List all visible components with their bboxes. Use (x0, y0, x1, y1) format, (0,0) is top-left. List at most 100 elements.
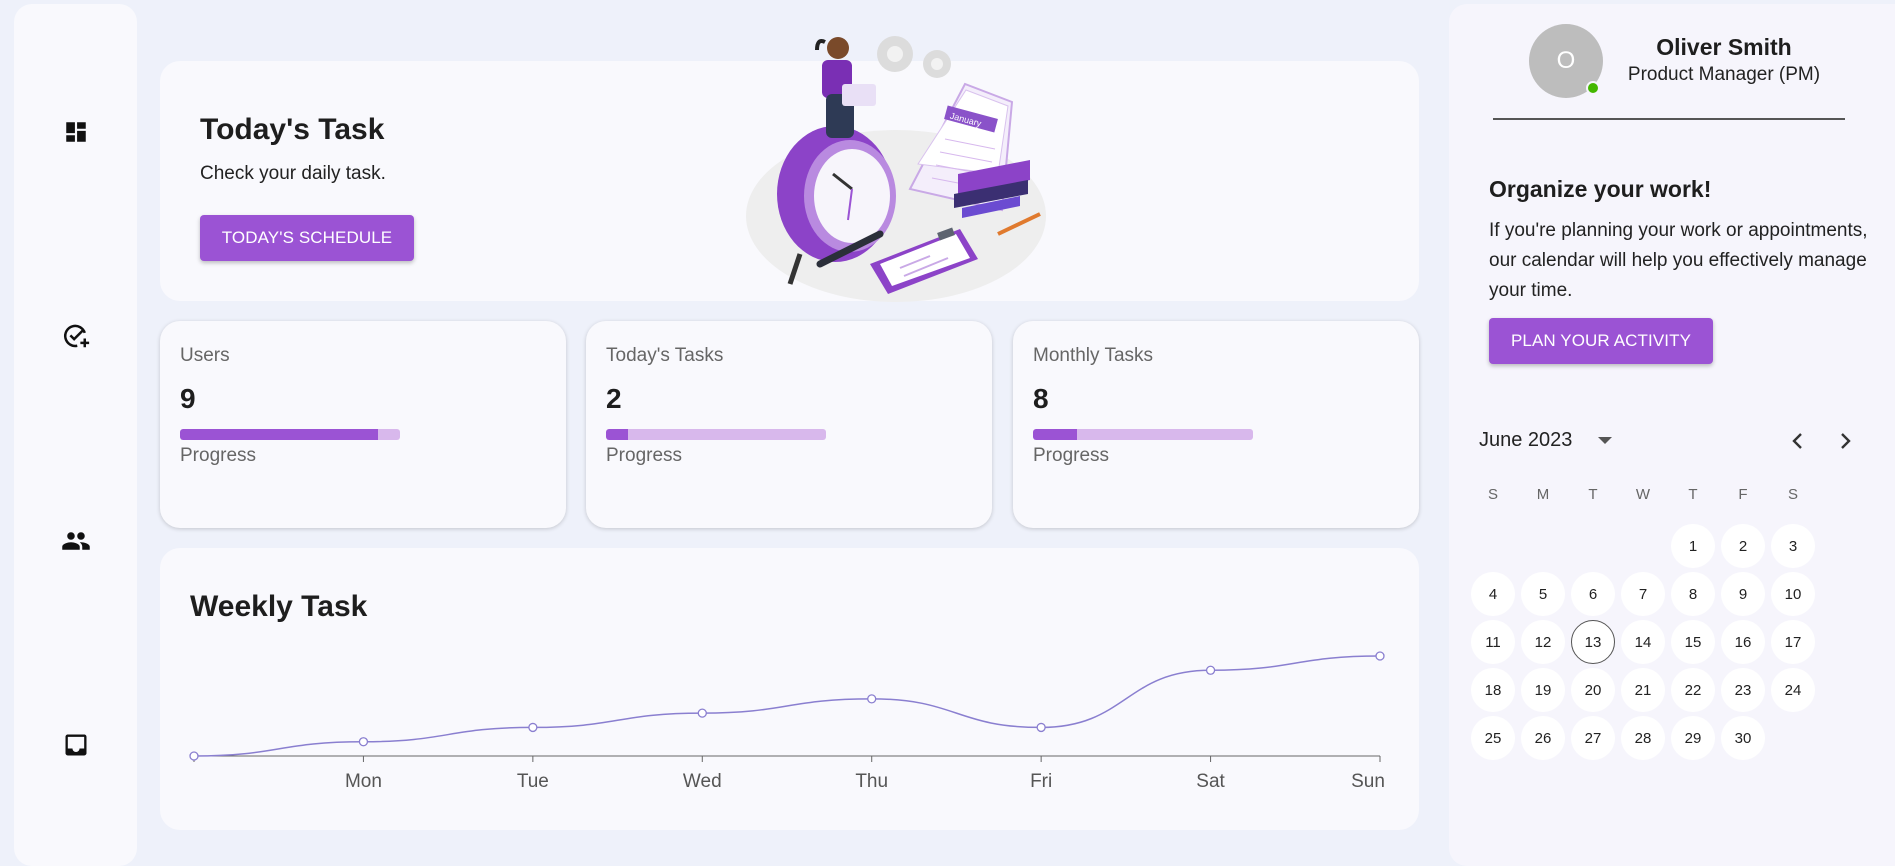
data-point[interactable] (1375, 651, 1385, 661)
data-point[interactable] (697, 708, 707, 718)
progress-label: Progress (1033, 445, 1110, 466)
data-point[interactable] (1036, 722, 1046, 733)
data-point[interactable] (867, 694, 877, 704)
calendar-day[interactable]: 26 (1521, 716, 1565, 760)
organize-title: Organize your work! (1489, 176, 1712, 202)
progress-fill (1033, 429, 1077, 440)
x-tick-label: Mon (345, 771, 382, 792)
stat-label: Today's Tasks (606, 345, 724, 366)
right-panel: O Oliver Smith Product Manager (PM) Orga… (1449, 4, 1895, 866)
calendar-day[interactable]: 17 (1771, 620, 1815, 664)
nav-add-task[interactable] (60, 320, 92, 352)
x-tick-label: Sat (1196, 771, 1225, 792)
users-stat-card: Users 9 Progress (160, 321, 566, 528)
calendar-day[interactable]: 24 (1771, 668, 1815, 712)
calendar-day[interactable]: 12 (1521, 620, 1565, 664)
calendar-day[interactable]: 27 (1571, 716, 1615, 760)
progress-bar (606, 429, 826, 440)
progress-label: Progress (606, 445, 683, 466)
todays-schedule-button[interactable]: TODAY'S SCHEDULE (200, 215, 414, 261)
calendar-day[interactable]: 2 (1721, 524, 1765, 568)
calendar-day[interactable]: 20 (1571, 668, 1615, 712)
profile-divider (1493, 118, 1845, 120)
sidebar (14, 4, 137, 866)
data-point[interactable] (358, 737, 369, 747)
calendar-day[interactable]: 25 (1471, 716, 1515, 760)
calendar-day[interactable]: 5 (1521, 572, 1565, 616)
calendar-day[interactable]: 21 (1621, 668, 1665, 712)
calendar-day-today[interactable]: 13 (1571, 620, 1615, 664)
nav-inbox[interactable] (60, 729, 92, 761)
weekday-label: S (1487, 486, 1498, 503)
calendar-day[interactable]: 16 (1721, 620, 1765, 664)
weekday-label: T (1688, 486, 1698, 503)
chevron-right-icon (1841, 433, 1851, 449)
x-tick-label: Tue (517, 771, 549, 792)
stat-label: Users (180, 345, 230, 366)
weekday-label: S (1787, 486, 1798, 503)
x-tick-label: Thu (855, 771, 888, 792)
hero-title: Today's Task (200, 113, 385, 146)
calendar-day[interactable]: 9 (1721, 572, 1765, 616)
data-point[interactable] (1205, 665, 1216, 675)
nav-dashboard[interactable] (60, 116, 92, 148)
previous-month-button[interactable] (1784, 428, 1810, 454)
add-task-icon (63, 324, 90, 348)
calendar-day[interactable]: 18 (1471, 668, 1515, 712)
calendar-day[interactable]: 22 (1671, 668, 1715, 712)
month-dropdown-button[interactable] (1594, 430, 1616, 452)
calendar-day[interactable]: 11 (1471, 620, 1515, 664)
progress-label: Progress (180, 445, 257, 466)
data-point[interactable] (189, 751, 199, 761)
progress-fill (606, 429, 628, 440)
x-tick-label: Sun (1351, 771, 1385, 792)
x-tick-label: Wed (683, 771, 722, 792)
chevron-left-icon (1792, 433, 1802, 449)
dashboard-icon (66, 122, 86, 142)
calendar-day[interactable]: 1 (1671, 524, 1715, 568)
calendar-day[interactable]: 15 (1671, 620, 1715, 664)
weekday-label: W (1635, 486, 1651, 503)
next-month-button[interactable] (1833, 428, 1859, 454)
weekday-label: F (1738, 486, 1748, 503)
calendar-day[interactable]: 19 (1521, 668, 1565, 712)
todays-tasks-stat-card: Today's Tasks 2 Progress (586, 321, 992, 528)
online-status-dot (1586, 81, 1600, 95)
hero-subtitle: Check your daily task. (200, 163, 386, 184)
weekday-label: M (1536, 486, 1550, 503)
progress-bar (180, 429, 400, 440)
calendar-day[interactable]: 3 (1771, 524, 1815, 568)
calendar-day[interactable]: 28 (1621, 716, 1665, 760)
progress-bar (1033, 429, 1253, 440)
stat-value: 8 (1033, 383, 1049, 414)
series-line (193, 655, 1381, 757)
calendar-day[interactable]: 14 (1621, 620, 1665, 664)
calendar-day[interactable]: 30 (1721, 716, 1765, 760)
stat-value: 9 (180, 383, 196, 414)
caret-down-icon (1598, 437, 1612, 444)
x-tick-label: Fri (1030, 771, 1052, 792)
calendar-day[interactable]: 6 (1571, 572, 1615, 616)
calendar-day[interactable]: 8 (1671, 572, 1715, 616)
calendar-day[interactable]: 4 (1471, 572, 1515, 616)
user-name: Oliver Smith (1656, 34, 1792, 60)
schedule-illustration: January (746, 36, 1046, 302)
data-point[interactable] (528, 722, 538, 733)
progress-fill (180, 429, 378, 440)
weekly-task-card: Weekly Task Mon Tue Wed Thu Fri Sat Sun (160, 548, 1419, 830)
calendar-day[interactable]: 7 (1621, 572, 1665, 616)
people-icon (62, 532, 90, 550)
calendar-day[interactable]: 10 (1771, 572, 1815, 616)
weekday-label: T (1588, 486, 1598, 503)
plan-activity-button[interactable]: PLAN YOUR ACTIVITY (1489, 318, 1713, 364)
inbox-icon (65, 734, 87, 756)
user-role: Product Manager (PM) (1627, 64, 1821, 85)
weekly-task-chart: Mon Tue Wed Thu Fri Sat Sun (189, 651, 1385, 792)
calendar-month-label: June 2023 (1479, 429, 1573, 451)
stat-label: Monthly Tasks (1033, 345, 1154, 366)
calendar-day[interactable]: 23 (1721, 668, 1765, 712)
stat-value: 2 (606, 383, 622, 414)
organize-text: If you're planning your work or appointm… (1489, 220, 1868, 301)
nav-people[interactable] (60, 525, 92, 557)
calendar-day[interactable]: 29 (1671, 716, 1715, 760)
